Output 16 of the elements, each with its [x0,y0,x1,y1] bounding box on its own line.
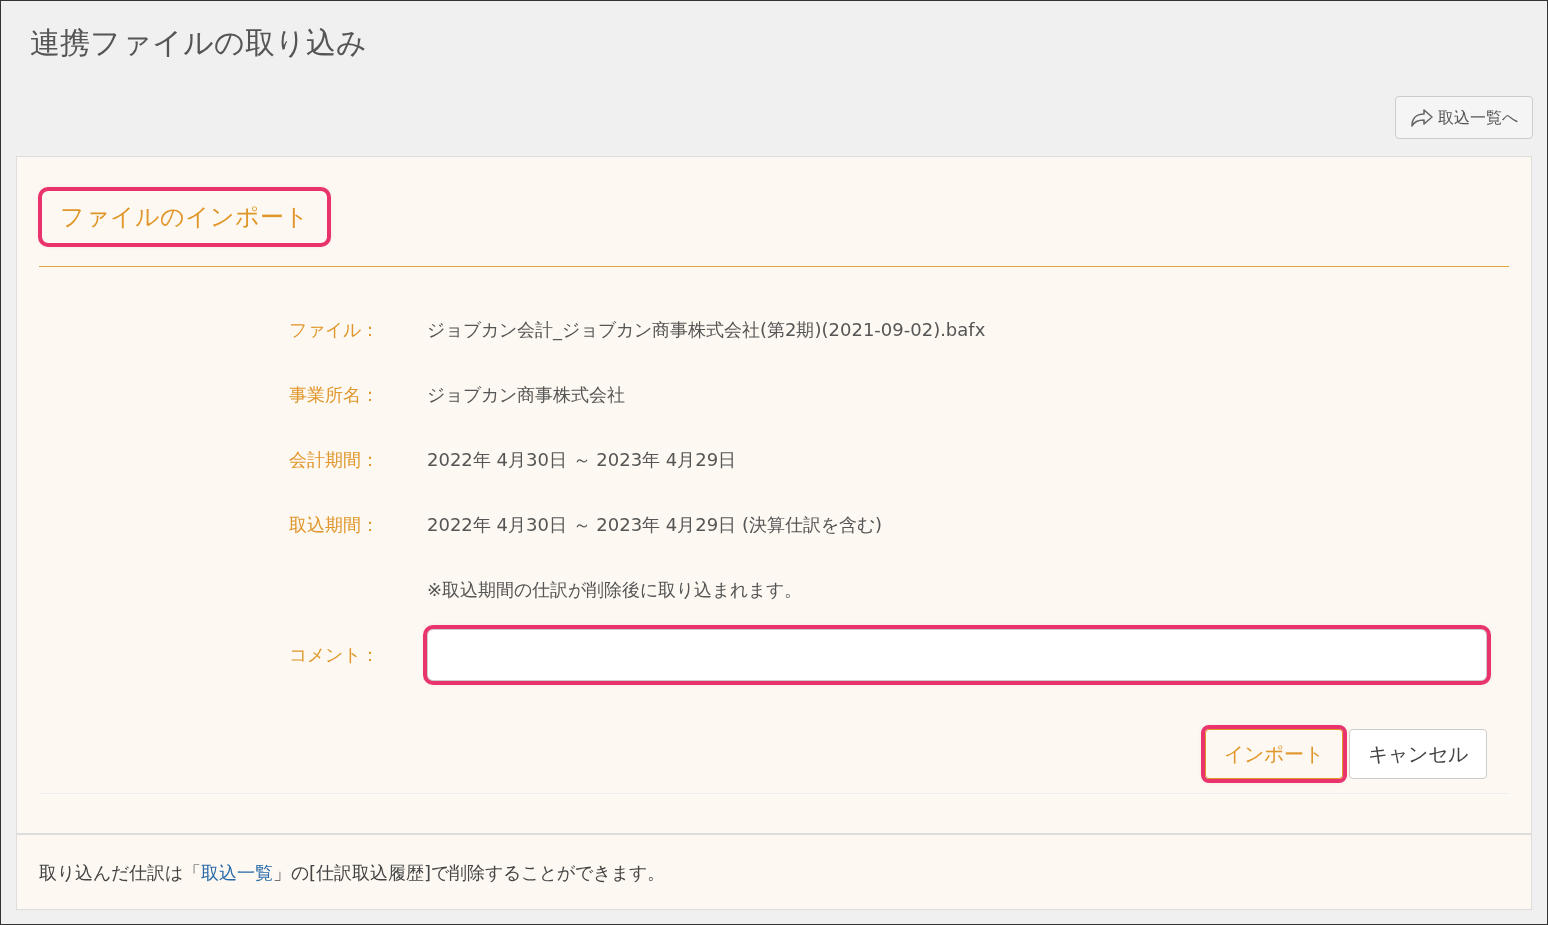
list-link[interactable]: 取込一覧 [201,861,273,883]
cancel-button[interactable]: キャンセル [1349,729,1487,779]
note-text: ※取込期間の仕訳が削除後に取り込まれます。 [427,578,803,602]
field-label: ファイル： [288,318,379,342]
field-label: 事業所名： [288,383,379,407]
field-value: 2022年 4月30日 ～ 2023年 4月29日 [427,448,737,472]
share-arrow-icon [1410,107,1434,128]
field-value: ジョブカン会計_ジョブカン商事株式会社(第2期)(2021-09-02).bafx [427,318,986,343]
field-value: 2022年 4月30日 ～ 2023年 4月29日 (決算仕訳を含む) [427,513,882,537]
field-value: ジョブカン商事株式会社 [427,383,625,407]
field-label: 会計期間： [288,448,379,472]
footer-note: 取り込んだ仕訳は「取込一覧」の[仕訳取込履歴]で削除することができます。 [39,860,666,885]
page-title: 連携ファイルの取り込み [30,24,368,62]
comment-label: コメント： [288,643,379,667]
field-label: 取込期間： [288,513,379,537]
back-to-list-button[interactable]: 取込一覧へ [1395,96,1533,139]
